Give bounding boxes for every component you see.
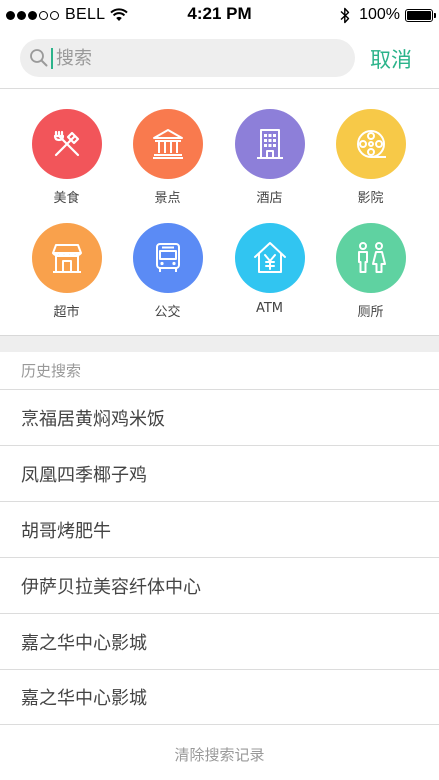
category-atm-label: ATM [255, 301, 284, 316]
history-item[interactable]: 嘉之华中心影城 [0, 669, 439, 725]
category-supermarket-circle [31, 223, 102, 293]
category-cinema-circle [335, 109, 406, 179]
film-reel-icon [356, 130, 386, 158]
bus-icon [155, 243, 180, 272]
section-separator [0, 335, 439, 352]
category-hotel-label: 酒店 [256, 191, 283, 206]
category-bus[interactable]: 公交 [117, 223, 218, 320]
clear-history-button[interactable]: 清除搜索记录 [0, 744, 439, 765]
history-item[interactable]: 伊萨贝拉美容纤体中心 [0, 557, 439, 613]
history-list: 烹福居黄焖鸡米饭 凤凰四季椰子鸡 胡哥烤肥牛 伊萨贝拉美容纤体中心 嘉之华中心影… [0, 389, 439, 725]
text-cursor [51, 48, 53, 69]
category-atm[interactable]: ATM [219, 223, 320, 316]
search-input[interactable] [56, 45, 336, 71]
category-landmark[interactable]: 景点 [117, 109, 218, 206]
battery-percentage: 100% [359, 6, 400, 23]
history-title: 历史搜索 [21, 362, 82, 380]
store-icon [51, 244, 82, 273]
category-food[interactable]: 美食 [16, 109, 117, 206]
history-item[interactable]: 嘉之华中心影城 [0, 613, 439, 669]
search-bar[interactable] [20, 39, 355, 77]
atm-icon [253, 242, 286, 273]
category-cinema[interactable]: 影院 [320, 109, 421, 206]
category-food-circle [31, 109, 102, 179]
category-atm-circle [234, 223, 305, 293]
cancel-button[interactable]: 取消 [370, 44, 412, 74]
category-grid: 美食 景点 酒店 影院 超市 公交 ATM 厕所 [0, 89, 439, 335]
battery-icon [405, 8, 436, 22]
hotel-icon [256, 129, 283, 159]
category-restroom[interactable]: 厕所 [320, 223, 421, 320]
category-landmark-circle [132, 109, 203, 179]
status-bar: BELL 4:21 PM 100% [0, 0, 439, 30]
category-hotel-circle [234, 109, 305, 179]
category-restroom-circle [335, 223, 406, 293]
category-bus-label: 公交 [154, 305, 181, 320]
restroom-icon [357, 242, 386, 273]
category-cinema-label: 影院 [357, 191, 384, 206]
status-right: 100% [340, 5, 436, 25]
category-hotel[interactable]: 酒店 [219, 109, 320, 206]
food-icon [53, 130, 79, 157]
category-food-label: 美食 [53, 191, 80, 206]
history-item[interactable]: 胡哥烤肥牛 [0, 501, 439, 557]
bluetooth-icon [340, 7, 350, 23]
category-bus-circle [132, 223, 203, 293]
category-supermarket[interactable]: 超市 [16, 223, 117, 320]
history-item[interactable]: 烹福居黄焖鸡米饭 [0, 389, 439, 445]
category-supermarket-label: 超市 [53, 305, 80, 320]
search-icon [30, 49, 48, 67]
history-item[interactable]: 凤凰四季椰子鸡 [0, 445, 439, 501]
landmark-icon [152, 129, 183, 159]
category-landmark-label: 景点 [154, 191, 181, 206]
category-restroom-label: 厕所 [357, 305, 384, 320]
